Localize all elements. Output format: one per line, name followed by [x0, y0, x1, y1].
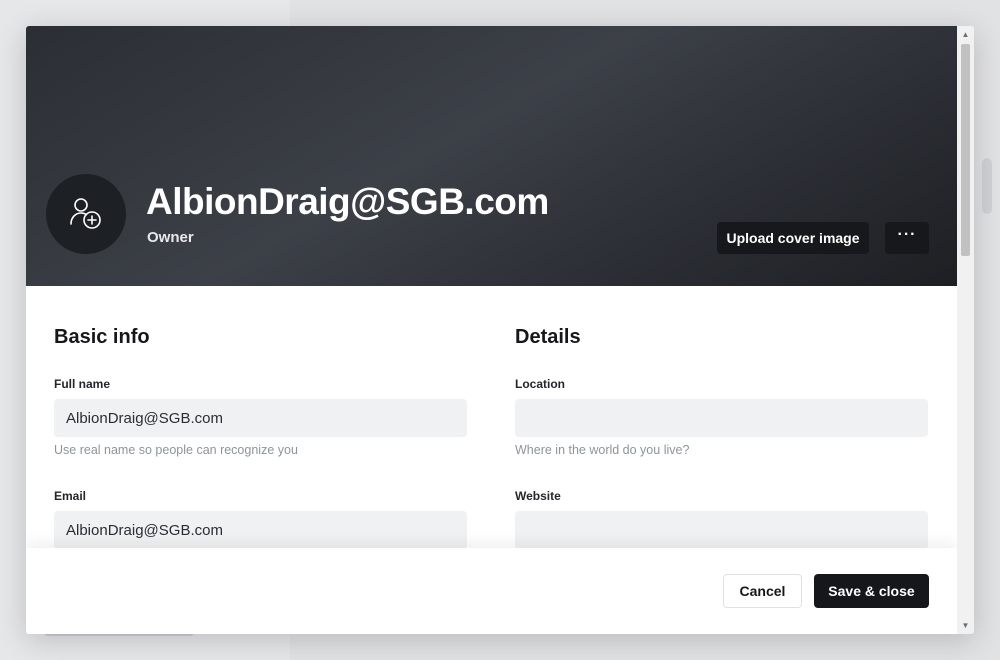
scroll-up-icon[interactable]: ▲ — [957, 26, 974, 43]
upload-cover-image-button[interactable]: Upload cover image — [717, 222, 869, 254]
more-icon: ··· — [897, 226, 917, 243]
backdrop-scrollbar — [982, 158, 992, 214]
avatar[interactable] — [46, 174, 126, 254]
details-title: Details — [515, 326, 581, 348]
save-close-button[interactable]: Save & close — [814, 574, 929, 608]
add-user-icon — [70, 198, 101, 229]
cancel-button[interactable]: Cancel — [723, 574, 802, 608]
website-label: Website — [515, 489, 561, 503]
full-name-hint: Use real name so people can recognize yo… — [54, 443, 298, 457]
more-options-button[interactable]: ··· — [885, 222, 929, 254]
scroll-down-icon[interactable]: ▼ — [957, 617, 974, 634]
location-label: Location — [515, 377, 565, 391]
email-field[interactable] — [54, 511, 467, 549]
modal-scrollbar[interactable]: ▲ ▼ — [957, 26, 974, 634]
scroll-thumb[interactable] — [961, 44, 970, 256]
location-input[interactable] — [515, 399, 928, 437]
basic-info-title: Basic info — [54, 326, 150, 348]
user-profile-modal: AlbionDraig@SGB.com Owner Upload cover i… — [26, 26, 974, 634]
location-hint: Where in the world do you live? — [515, 443, 690, 457]
full-name-label: Full name — [54, 377, 111, 391]
modal-footer: Cancel Save & close — [26, 548, 957, 634]
full-name-input[interactable] — [54, 399, 467, 437]
email-label: Email — [54, 489, 87, 503]
cover-image: AlbionDraig@SGB.com Owner Upload cover i… — [26, 26, 957, 286]
profile-role: Owner — [147, 229, 194, 246]
website-input[interactable] — [515, 511, 928, 549]
profile-name: AlbionDraig@SGB.com — [146, 181, 549, 222]
